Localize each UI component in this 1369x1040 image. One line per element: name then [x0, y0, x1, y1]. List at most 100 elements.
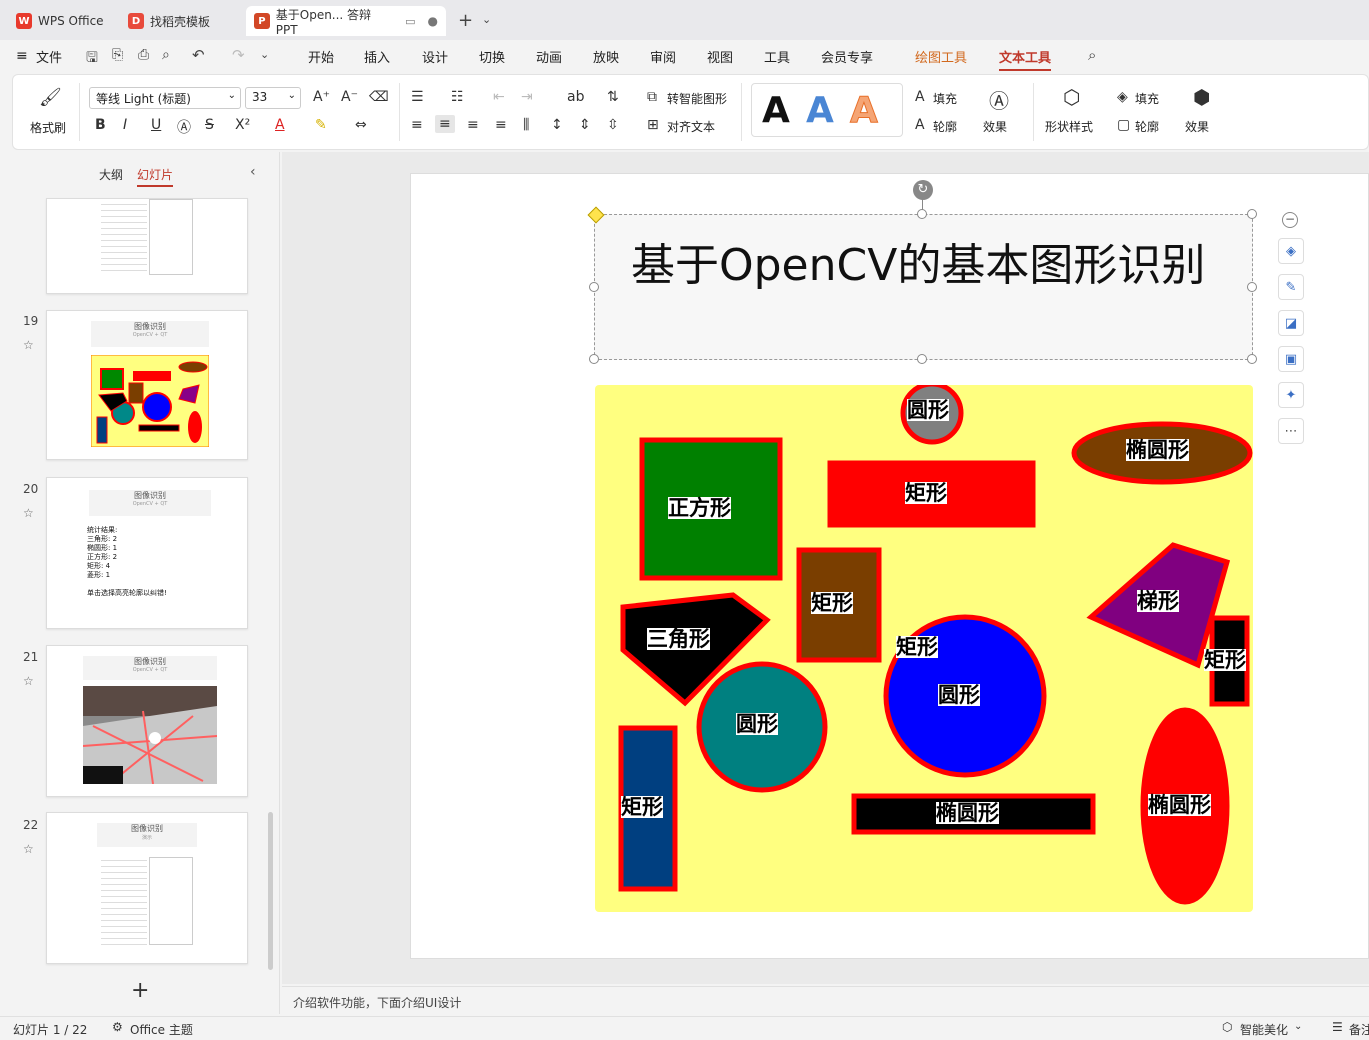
format-painter-button[interactable]: 格式刷 — [30, 119, 66, 136]
distribute-icon[interactable]: ⫼ — [523, 117, 529, 133]
share-icon[interactable]: ⎘ — [112, 47, 123, 63]
slide-thumb-18[interactable] — [46, 198, 248, 294]
minus-icon[interactable]: − — [1282, 212, 1298, 228]
tab-slides[interactable]: 幻灯片 — [137, 166, 174, 187]
slide-thumb-21[interactable]: 图像识别 OpenCV + QT — [46, 645, 248, 797]
layers-icon[interactable]: ◈ — [1278, 238, 1304, 264]
text-outline-button[interactable]: 轮廓 — [933, 118, 957, 135]
star-icon[interactable]: ☆ — [23, 674, 34, 688]
text-fill-icon[interactable]: A — [915, 89, 925, 105]
panel-scrollbar[interactable] — [268, 812, 273, 970]
shape-effect-icon[interactable]: ⬢ — [1193, 85, 1210, 109]
decrease-font-icon[interactable]: A⁻ — [341, 89, 358, 105]
menu-home[interactable]: 开始 — [308, 47, 334, 66]
chevron-down-icon[interactable]: ⌄ — [1294, 1021, 1302, 1032]
smart-shape-icon[interactable]: ⧉ — [647, 89, 657, 105]
menu-text-tools[interactable]: 文本工具 — [999, 47, 1052, 71]
menu-review[interactable]: 审阅 — [650, 47, 676, 66]
pen-icon[interactable]: ✎ — [1278, 274, 1304, 300]
font-color-button[interactable]: A — [275, 117, 285, 133]
shapes-image[interactable]: 圆形 椭圆形 正方形 矩形 矩形 梯形 三角形 矩形 矩形 圆形 圆形 矩形 椭… — [595, 385, 1253, 912]
highlight-icon[interactable]: ✎ — [315, 117, 327, 133]
slide-title[interactable]: 基于OpenCV的基本图形识别 — [631, 229, 1205, 293]
undo-icon[interactable]: ↶ — [192, 46, 205, 64]
menu-file[interactable]: 文件 — [36, 47, 62, 66]
resize-handle[interactable] — [1247, 209, 1257, 219]
bullet-list-icon[interactable]: ☰ — [411, 89, 424, 105]
frame-icon[interactable]: ▣ — [1278, 346, 1304, 372]
numbered-list-icon[interactable]: ☷ — [451, 89, 464, 105]
print-icon[interactable]: ⎙ — [138, 47, 149, 63]
align-right-icon[interactable]: ≡ — [467, 117, 479, 133]
text-spacing-icon[interactable]: ⇔ — [355, 117, 367, 133]
shape-style-icon[interactable]: ⬡ — [1063, 85, 1080, 109]
text-fill-button[interactable]: 填充 — [933, 90, 957, 107]
align-left-icon[interactable]: ≡ — [411, 117, 423, 133]
menu-transition[interactable]: 切换 — [479, 47, 505, 66]
wordart-gallery[interactable]: A A A — [751, 83, 903, 137]
menu-design[interactable]: 设计 — [422, 47, 448, 66]
resize-handle[interactable] — [589, 354, 599, 364]
resize-handle[interactable] — [1247, 282, 1257, 292]
menu-animation[interactable]: 动画 — [536, 47, 562, 66]
text-effect-button[interactable]: 效果 — [983, 118, 1007, 135]
tab-presentation[interactable]: P 基于Open... 答辩PPT ▭ ● — [246, 6, 446, 37]
superscript-button[interactable]: X² — [235, 117, 250, 133]
tab-outline[interactable]: 大纲 — [99, 166, 123, 183]
smart-shape-button[interactable]: 转智能图形 — [667, 90, 727, 107]
underline-button[interactable]: U — [151, 117, 161, 133]
magic-wand-icon[interactable]: ✦ — [1278, 382, 1304, 408]
increase-font-icon[interactable]: A⁺ — [313, 89, 330, 105]
slide-thumb-22[interactable]: 图像识别 演示 — [46, 812, 248, 964]
format-painter-icon[interactable]: 🖌 — [39, 87, 62, 108]
menu-drawing-tools[interactable]: 绘图工具 — [915, 47, 967, 66]
rotate-handle-icon[interactable]: ↻ — [913, 180, 933, 200]
align-text-icon[interactable]: ⊞ — [647, 117, 659, 133]
resize-handle[interactable] — [589, 282, 599, 292]
tab-list-chevron-icon[interactable]: ⌄ — [482, 13, 491, 26]
notes-pane[interactable]: 介绍软件功能，下面介绍UI设计 — [282, 986, 1369, 1016]
menu-member[interactable]: 会员专享 — [821, 47, 873, 66]
slide-thumb-20[interactable]: 图像识别 OpenCV + QT 统计结果: 三角形: 2 椭圆形: 1 正方形… — [46, 477, 248, 629]
star-icon[interactable]: ☆ — [23, 506, 34, 520]
align-center-icon[interactable]: ≡ — [435, 115, 455, 133]
shape-fill-button[interactable]: 填充 — [1135, 90, 1159, 107]
shape-style-button[interactable]: 形状样式 — [1045, 118, 1093, 135]
tab-template[interactable]: D 找稻壳模板 — [120, 6, 240, 36]
wordart-orange[interactable]: A — [850, 90, 879, 132]
shape-fill-icon[interactable]: ◈ — [1117, 89, 1128, 105]
justify-icon[interactable]: ≡ — [495, 117, 507, 133]
tab-close-dot-icon[interactable]: ● — [428, 14, 438, 28]
wordart-blue[interactable]: A — [806, 90, 834, 131]
decrease-indent-icon[interactable]: ⇤ — [493, 89, 505, 105]
hamburger-icon[interactable]: ≡ — [16, 48, 28, 64]
new-tab-plus-icon[interactable]: + — [458, 10, 473, 31]
save-icon[interactable]: 🖫 — [86, 47, 98, 71]
slide-thumb-19[interactable]: 图像识别 OpenCV + QT — [46, 310, 248, 460]
shape-outline-button[interactable]: 轮廓 — [1135, 118, 1159, 135]
monitor-icon[interactable]: ▭ — [405, 15, 415, 28]
notes-text[interactable]: 介绍软件功能，下面介绍UI设计 — [293, 994, 461, 1011]
strikethrough-icon[interactable]: S — [205, 117, 214, 133]
bold-button[interactable]: B — [95, 117, 106, 133]
text-effect-icon[interactable]: Ⓐ — [177, 117, 191, 137]
redo-icon[interactable]: ↷ — [232, 46, 245, 64]
font-name-select[interactable]: 等线 Light (标题) ⌄ — [89, 87, 241, 109]
wordart-black[interactable]: A — [762, 90, 790, 131]
more-icon[interactable]: ⋯ — [1278, 418, 1304, 444]
resize-handle[interactable] — [917, 209, 927, 219]
text-box-icon[interactable]: ab — [567, 89, 584, 105]
beautify-button[interactable]: 智能美化 — [1240, 1021, 1288, 1038]
line-spacing-icon[interactable]: ↕ — [551, 117, 563, 133]
increase-indent-icon[interactable]: ⇥ — [521, 89, 533, 105]
menu-view[interactable]: 视图 — [707, 47, 733, 66]
search-icon[interactable]: ⌕ — [1088, 46, 1096, 64]
menu-insert[interactable]: 插入 — [364, 47, 390, 66]
star-icon[interactable]: ☆ — [23, 842, 34, 856]
resize-handle[interactable] — [1247, 354, 1257, 364]
shape-outline-icon[interactable]: ▢ — [1117, 117, 1130, 133]
clear-format-icon[interactable]: ⌫ — [369, 89, 389, 105]
fill-bucket-icon[interactable]: ◪ — [1278, 310, 1304, 336]
shape-effect-button[interactable]: 效果 — [1185, 118, 1209, 135]
paragraph-spacing-icon[interactable]: ⇕ — [579, 117, 591, 133]
